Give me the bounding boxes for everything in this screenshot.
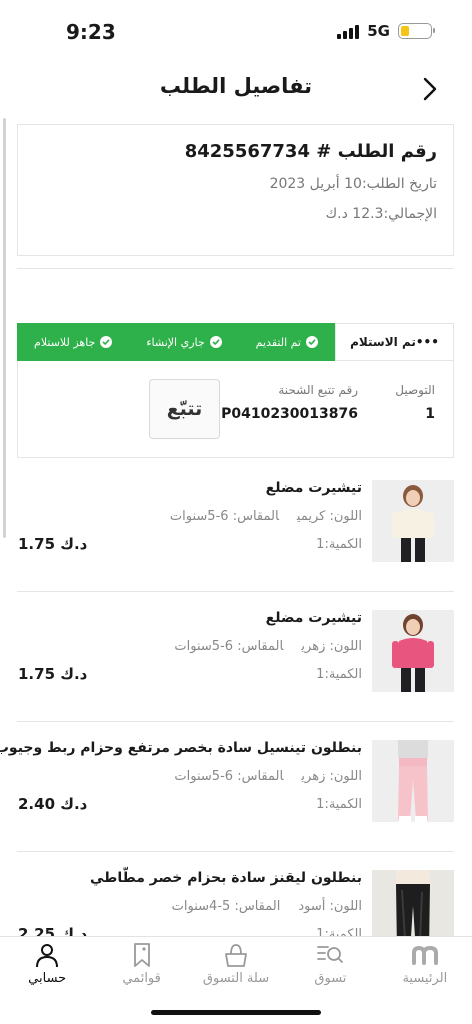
product-name: بنطلون ليقنز سادة بحزام خصر مطّاطي: [90, 870, 362, 886]
chevron-right-icon: [423, 77, 437, 101]
product-quantity: الكمية:1: [316, 797, 362, 812]
tracking-label: رقم تتبع الشحنة: [278, 383, 358, 397]
section-divider: [17, 591, 454, 592]
nav-label: سلة التسوق: [202, 971, 270, 986]
nav-label: الرئيسية: [402, 971, 448, 986]
order-total: الإجمالي:12.3 د.ك: [325, 206, 437, 222]
nav-label: تسوق: [314, 971, 347, 986]
product-name: بنطلون تينسيل سادة بخصر مرتفع وحزام ربط …: [0, 740, 362, 756]
signal-icon: [337, 23, 360, 39]
check-icon: [209, 336, 222, 348]
step-delivered-pending: •••تم الاستلام: [335, 323, 454, 361]
bookmark-icon: [128, 941, 156, 969]
shipment-card: التوصيل 1 رقم تتبع الشحنة FP041023001387…: [17, 361, 454, 458]
bag-icon: [222, 941, 250, 969]
delivery-label: التوصيل: [395, 383, 435, 397]
product-item[interactable]: تيشيرت مضلع اللون: كريمي المقاس: 6-5سنوات…: [0, 470, 472, 600]
back-button[interactable]: [416, 72, 444, 106]
product-attributes: اللون: زهري المقاس: 6-5سنوات: [174, 639, 362, 654]
check-icon: [306, 336, 318, 348]
product-color: اللون: أسود: [298, 899, 362, 914]
product-name: تيشيرت مضلع: [265, 610, 362, 626]
product-attributes: اللون: كريمي المقاس: 6-5سنوات: [170, 509, 362, 524]
product-name: تيشيرت مضلع: [265, 480, 362, 496]
search-list-icon: [316, 941, 344, 969]
product-image: [372, 610, 454, 692]
product-item[interactable]: تيشيرت مضلع اللون: زهريالمقاس: 6-5سنوات …: [0, 600, 472, 730]
product-price: 2.40 د.ك: [18, 795, 88, 813]
status-bar: 9:23 5G: [0, 0, 472, 62]
step-ready: جاهز للاستلام: [34, 336, 113, 349]
status-indicators: 5G: [337, 22, 435, 40]
header: تفاصيل الطلب: [0, 62, 472, 114]
network-type: 5G: [367, 22, 390, 40]
completed-steps: تم التقديم جاري الإنشاء جاهز للاستلام: [17, 323, 335, 361]
nav-label: قوائمي: [122, 971, 161, 986]
product-color: اللون: زهري: [301, 769, 362, 784]
product-size: المقاس: 6-5سنوات: [169, 509, 279, 524]
section-divider: [17, 268, 454, 269]
delivery-value: 1: [425, 406, 435, 422]
product-item[interactable]: بنطلون تينسيل سادة بخصر مرتفع وحزام ربط …: [0, 730, 472, 860]
product-image: [372, 480, 454, 562]
section-divider: [17, 721, 454, 722]
status-time: 9:23: [66, 20, 116, 44]
person-icon: [33, 941, 61, 969]
product-color: اللون: كريمي: [296, 509, 362, 524]
home-logo-icon: [411, 941, 439, 969]
product-size: المقاس: 6-5سنوات: [174, 639, 284, 654]
nav-home[interactable]: الرئيسية: [378, 937, 472, 1024]
product-quantity: الكمية:1: [316, 537, 362, 552]
product-attributes: اللون: أسود المقاس: 5-4سنوات: [172, 899, 362, 914]
track-button[interactable]: تتبّع: [149, 379, 220, 439]
product-price: 1.75 د.ك: [18, 535, 88, 553]
page-title: تفاصيل الطلب: [159, 74, 313, 98]
nav-label: حسابي: [28, 971, 67, 986]
section-divider: [17, 851, 454, 852]
product-quantity: الكمية:1: [316, 667, 362, 682]
order-number: رقم الطلب # 8425567734: [184, 141, 437, 162]
product-image: [372, 740, 454, 822]
product-attributes: اللون: زهري المقاس: 6-5سنوات: [174, 769, 362, 784]
order-status-tracker: تم التقديم جاري الإنشاء جاهز للاستلام ••…: [17, 323, 454, 361]
battery-icon: [398, 23, 435, 39]
order-summary-card: رقم الطلب # 8425567734 تاريخ الطلب:10 أب…: [17, 124, 454, 256]
nav-account[interactable]: حسابي: [0, 937, 94, 1024]
tracking-number: FP0410230013876: [211, 406, 358, 422]
step-submitted: تم التقديم: [256, 336, 318, 349]
product-color: اللون: زهري: [301, 639, 362, 654]
product-price: 1.75 د.ك: [18, 665, 88, 683]
product-size: المقاس: 5-4سنوات: [171, 899, 281, 914]
order-date: تاريخ الطلب:10 أبريل 2023: [269, 176, 437, 192]
step-processing: جاري الإنشاء: [146, 336, 222, 349]
home-indicator: [151, 1010, 321, 1015]
check-icon: [100, 336, 113, 348]
product-size: المقاس: 6-5سنوات: [174, 769, 284, 784]
